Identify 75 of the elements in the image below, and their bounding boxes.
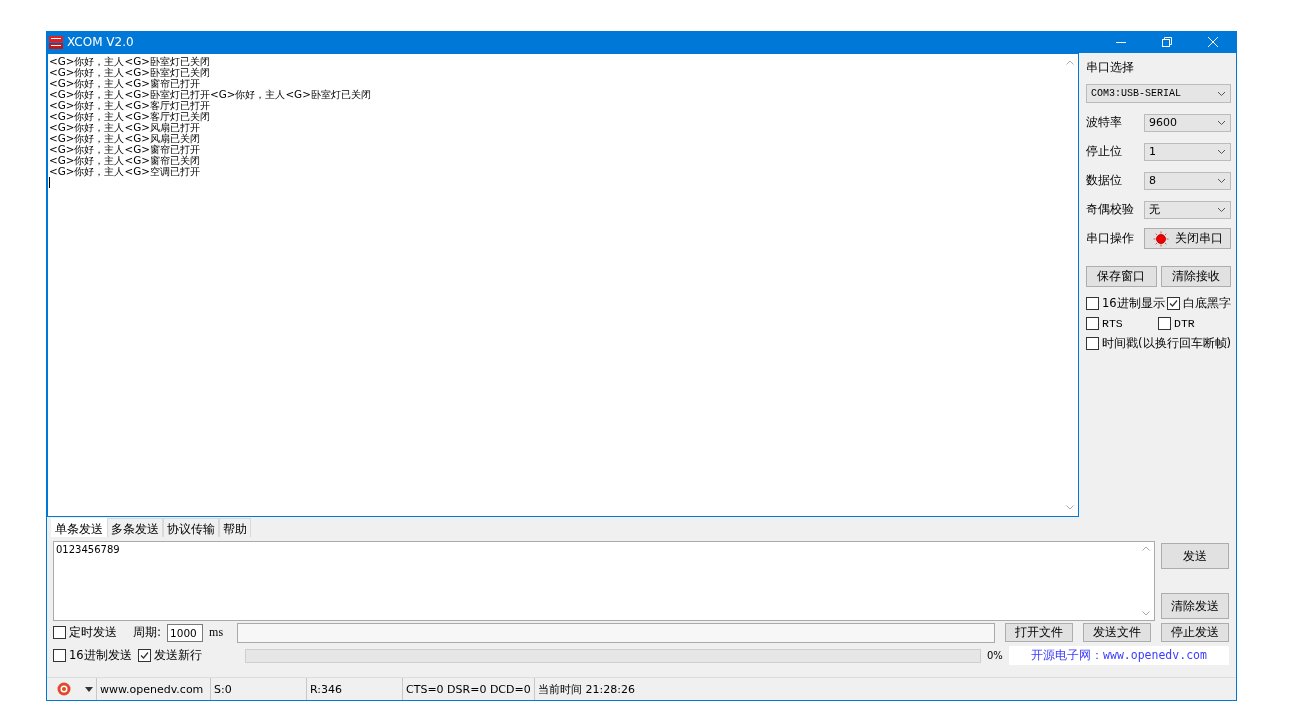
- checkbox[interactable]: [137, 649, 151, 662]
- tab[interactable]: 多条发送: [107, 518, 163, 537]
- log-line: <G>你好，主人<G>卧室灯已打开<G>你好，主人<G>卧室灯已关闭: [49, 89, 372, 100]
- file-path-field[interactable]: [237, 622, 995, 643]
- field-label: 串口操作: [1086, 230, 1135, 247]
- chevron-down-icon: [1217, 148, 1226, 155]
- period-label: 周期:: [133, 624, 162, 641]
- port-dropdown[interactable]: COM3:USB-SERIAL: [1086, 84, 1231, 103]
- dropdown[interactable]: 9600: [1144, 113, 1231, 132]
- dropdown-arrow-icon[interactable]: [85, 686, 93, 692]
- send-input[interactable]: 0123456789: [53, 541, 1155, 621]
- log-line: <G>你好，主人<G>客厅灯已关闭: [49, 111, 211, 122]
- checkbox-label: 时间戳(以换行回车断帧): [1102, 335, 1231, 351]
- checkbox[interactable]: [1166, 296, 1180, 310]
- clear-send-button[interactable]: 清除发送: [1161, 593, 1229, 619]
- tab[interactable]: 单条发送: [51, 518, 107, 537]
- window-title: XCOM V2.0: [67, 35, 134, 49]
- checkbox-label: 白底黑字: [1182, 295, 1231, 311]
- log-line: <G>你好，主人<G>卧室灯已关闭: [49, 56, 211, 67]
- current-time: 当前时间 21:28:26: [537, 681, 636, 698]
- log-line: <G>你好，主人<G>空调已打开: [49, 166, 201, 177]
- log-line: <G>你好，主人<G>客厅灯已打开: [49, 100, 211, 111]
- dropdown[interactable]: 1: [1144, 142, 1231, 161]
- sent-count: S:0: [211, 678, 307, 700]
- text-cursor: [49, 177, 50, 188]
- panel-button[interactable]: 保存窗口: [1086, 266, 1157, 287]
- tab[interactable]: 帮助: [219, 518, 251, 537]
- chevron-down-icon: [1217, 90, 1226, 97]
- period-field[interactable]: 1000: [167, 623, 204, 642]
- checkbox-label: RTS: [1102, 316, 1123, 330]
- field-label: 停止位: [1086, 143, 1123, 160]
- log-line: <G>你好，主人<G>窗帘已打开: [49, 78, 200, 89]
- checkbox-label: 定时发送: [69, 625, 117, 640]
- close-port-button[interactable]: 关闭串口: [1144, 228, 1231, 249]
- scroll-down-icon[interactable]: [1142, 611, 1150, 616]
- checkbox[interactable]: [1086, 296, 1099, 310]
- field-label: 数据位: [1086, 172, 1123, 189]
- send-button[interactable]: 发送: [1161, 543, 1229, 569]
- checkbox[interactable]: [53, 626, 66, 639]
- progress-reading: 0%: [987, 650, 1003, 661]
- log-line: <G>你好，主人<G>风扇已关闭: [49, 133, 201, 144]
- chevron-down-icon: [1217, 206, 1226, 213]
- field-label: 奇偶校验: [1086, 201, 1135, 218]
- checkbox[interactable]: [1086, 336, 1099, 350]
- checkbox[interactable]: [1158, 316, 1171, 330]
- scroll-up-icon[interactable]: [1066, 60, 1074, 65]
- file-button[interactable]: 发送文件: [1083, 623, 1151, 642]
- app-logo-icon: [49, 35, 63, 49]
- panel-button[interactable]: 清除接收: [1160, 266, 1231, 287]
- scroll-up-icon[interactable]: [1142, 546, 1150, 551]
- unit-label: ms: [209, 625, 225, 640]
- checkbox-label: 16进制发送: [69, 648, 132, 663]
- file-button[interactable]: 停止发送: [1161, 623, 1229, 642]
- line-status: CTS=0 DSR=0 DCD=0: [403, 678, 535, 700]
- received-count: R:346: [307, 678, 403, 700]
- checkbox[interactable]: [1086, 316, 1099, 330]
- field-label: 波特率: [1086, 114, 1123, 131]
- dropdown[interactable]: 8: [1144, 171, 1231, 190]
- checkbox[interactable]: [53, 649, 66, 662]
- chevron-down-icon: [1217, 177, 1226, 184]
- target-icon[interactable]: [57, 682, 71, 696]
- file-button[interactable]: 打开文件: [1005, 623, 1073, 642]
- checkbox-label: DTR: [1174, 316, 1195, 330]
- tab[interactable]: 协议传输: [163, 518, 219, 537]
- log-line: <G>你好，主人<G>卧室灯已关闭: [49, 67, 211, 78]
- website-banner[interactable]: 开源电子网：www.openedv.com: [1009, 646, 1229, 665]
- chevron-down-icon: [1217, 119, 1226, 126]
- scroll-down-icon[interactable]: [1066, 505, 1074, 510]
- log-line: <G>你好，主人<G>窗帘已打开: [49, 144, 201, 155]
- log-line: <G>你好，主人<G>风扇已打开: [49, 122, 200, 133]
- section-label: 串口选择: [1086, 59, 1135, 76]
- checkbox-label: 发送新行: [153, 648, 202, 663]
- dropdown[interactable]: 无: [1144, 200, 1231, 219]
- log-line: <G>你好，主人<G>窗帘已关闭: [49, 155, 201, 166]
- checkbox-label: 16进制显示: [1102, 295, 1165, 311]
